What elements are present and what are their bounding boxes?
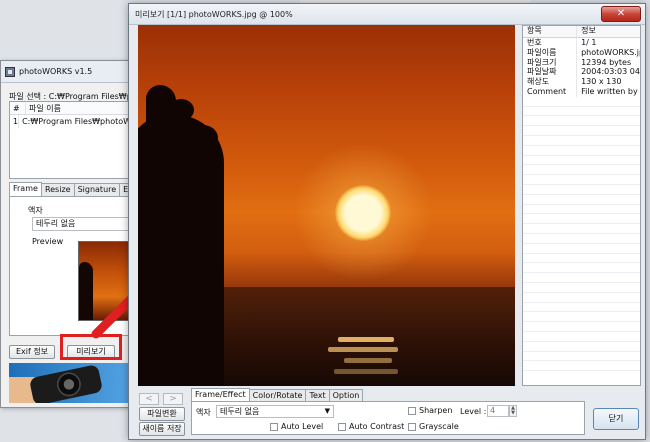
preview-image <box>138 25 515 386</box>
sharpen-label: Sharpen <box>419 406 453 415</box>
column-header-filename[interactable]: 파일 이름 <box>26 102 61 114</box>
column-header-number[interactable]: # <box>10 102 26 114</box>
info-column-value: 정보 <box>581 26 596 35</box>
close-dialog-button[interactable]: 닫기 <box>593 408 639 430</box>
grayscale-label: Grayscale <box>419 422 459 431</box>
file-list-row[interactable]: 1 C:₩Program Files₩photoWOR <box>10 115 140 128</box>
checkbox-box <box>408 406 416 415</box>
convert-file-button[interactable]: 파일변환 <box>139 407 185 421</box>
sharpen-checkbox[interactable]: Sharpen <box>408 406 452 415</box>
auto-level-checkbox[interactable]: Auto Level <box>270 422 323 431</box>
tab-frame-effect[interactable]: Frame/Effect <box>191 388 250 401</box>
tab-frame[interactable]: Frame <box>9 182 42 196</box>
file-list[interactable]: # 파일 이름 1 C:₩Program Files₩photoWOR <box>9 101 140 179</box>
info-row: 파일이름photoWORKS.jpg <box>523 47 640 58</box>
sun <box>335 185 391 241</box>
checkbox-box <box>338 422 346 431</box>
preview-tabs: Frame/Effect Color/Rotate Text Option <box>191 388 364 401</box>
info-row: 번호 1/ 1 <box>523 38 640 48</box>
app-icon <box>5 66 15 77</box>
auto-contrast-label: Auto Contrast <box>349 422 405 431</box>
auto-level-label: Auto Level <box>281 422 324 431</box>
tab-signature[interactable]: Signature <box>73 183 121 196</box>
photoworks-titlebar[interactable]: photoWORKS v1.5 <box>1 61 139 83</box>
frame-select[interactable]: 테두리 없음 <box>32 217 139 231</box>
info-empty-rows <box>523 97 640 372</box>
info-header: 항목 정보 <box>523 26 640 38</box>
photoworks-title: photoWORKS v1.5 <box>19 67 93 76</box>
frame-select[interactable]: 테두리 없음 ▼ <box>216 405 334 418</box>
preview-window: 미리보기 [1/1] photoWORKS.jpg @ 100% ✕ 항목 정보… <box>128 3 646 440</box>
tab-color-rotate[interactable]: Color/Rotate <box>248 389 307 401</box>
level-input[interactable]: 4 <box>487 405 509 417</box>
tab-option[interactable]: Option <box>328 389 364 401</box>
prev-image-button[interactable]: < <box>139 393 159 405</box>
frame-select-value: 테두리 없음 <box>220 407 260 416</box>
level-label: Level : <box>460 407 487 416</box>
auto-contrast-checkbox[interactable]: Auto Contrast <box>338 422 404 431</box>
row-filename: C:₩Program Files₩photoWOR <box>22 117 140 126</box>
row-number: 1 <box>10 115 20 128</box>
tab-resize[interactable]: Resize <box>40 183 75 196</box>
info-row: 파일크기 12394 bytes <box>523 57 640 68</box>
frame-effect-panel: 액자 테두리 없음 ▼ Sharpen Level : 4 ▲ ▼ Auto Le… <box>191 401 585 435</box>
close-icon[interactable]: ✕ <box>601 6 641 22</box>
exif-info-button[interactable]: Exif 정보 <box>9 345 55 359</box>
info-row: 해상도 130 x 130 <box>523 77 640 87</box>
info-row: 파일날짜2004:03:03 04:05:58 <box>523 67 640 78</box>
grayscale-checkbox[interactable]: Grayscale <box>408 422 459 431</box>
checkbox-box <box>408 422 416 431</box>
photoworks-tabs: Frame Resize Signature Effe <box>9 182 139 196</box>
chevron-down-icon: ▼ <box>324 407 330 415</box>
save-as-button[interactable]: 새이름 저장 <box>139 422 185 436</box>
checkbox-box <box>270 422 278 431</box>
preview-titlebar[interactable]: 미리보기 [1/1] photoWORKS.jpg @ 100% ✕ <box>129 4 645 25</box>
tab-text[interactable]: Text <box>305 389 330 401</box>
file-info-panel: 항목 정보 번호1/ 1 파일이름photoWORKS.jpg 파일크기1239… <box>522 25 641 386</box>
info-column-item: 항목 <box>523 26 578 37</box>
camera-banner <box>9 363 139 403</box>
preview-title: 미리보기 [1/1] photoWORKS.jpg @ 100% <box>135 10 293 19</box>
cliff-silhouette <box>178 205 218 386</box>
frame-label: 액자 <box>28 206 43 215</box>
info-row: CommentFile written by A... <box>523 86 640 97</box>
next-image-button[interactable]: > <box>163 393 183 405</box>
file-list-header: # 파일 이름 <box>10 102 139 115</box>
frame-label: 액자 <box>196 408 211 417</box>
preview-label: Preview <box>32 237 64 246</box>
level-spinner-icon[interactable]: ▲ ▼ <box>509 405 517 417</box>
